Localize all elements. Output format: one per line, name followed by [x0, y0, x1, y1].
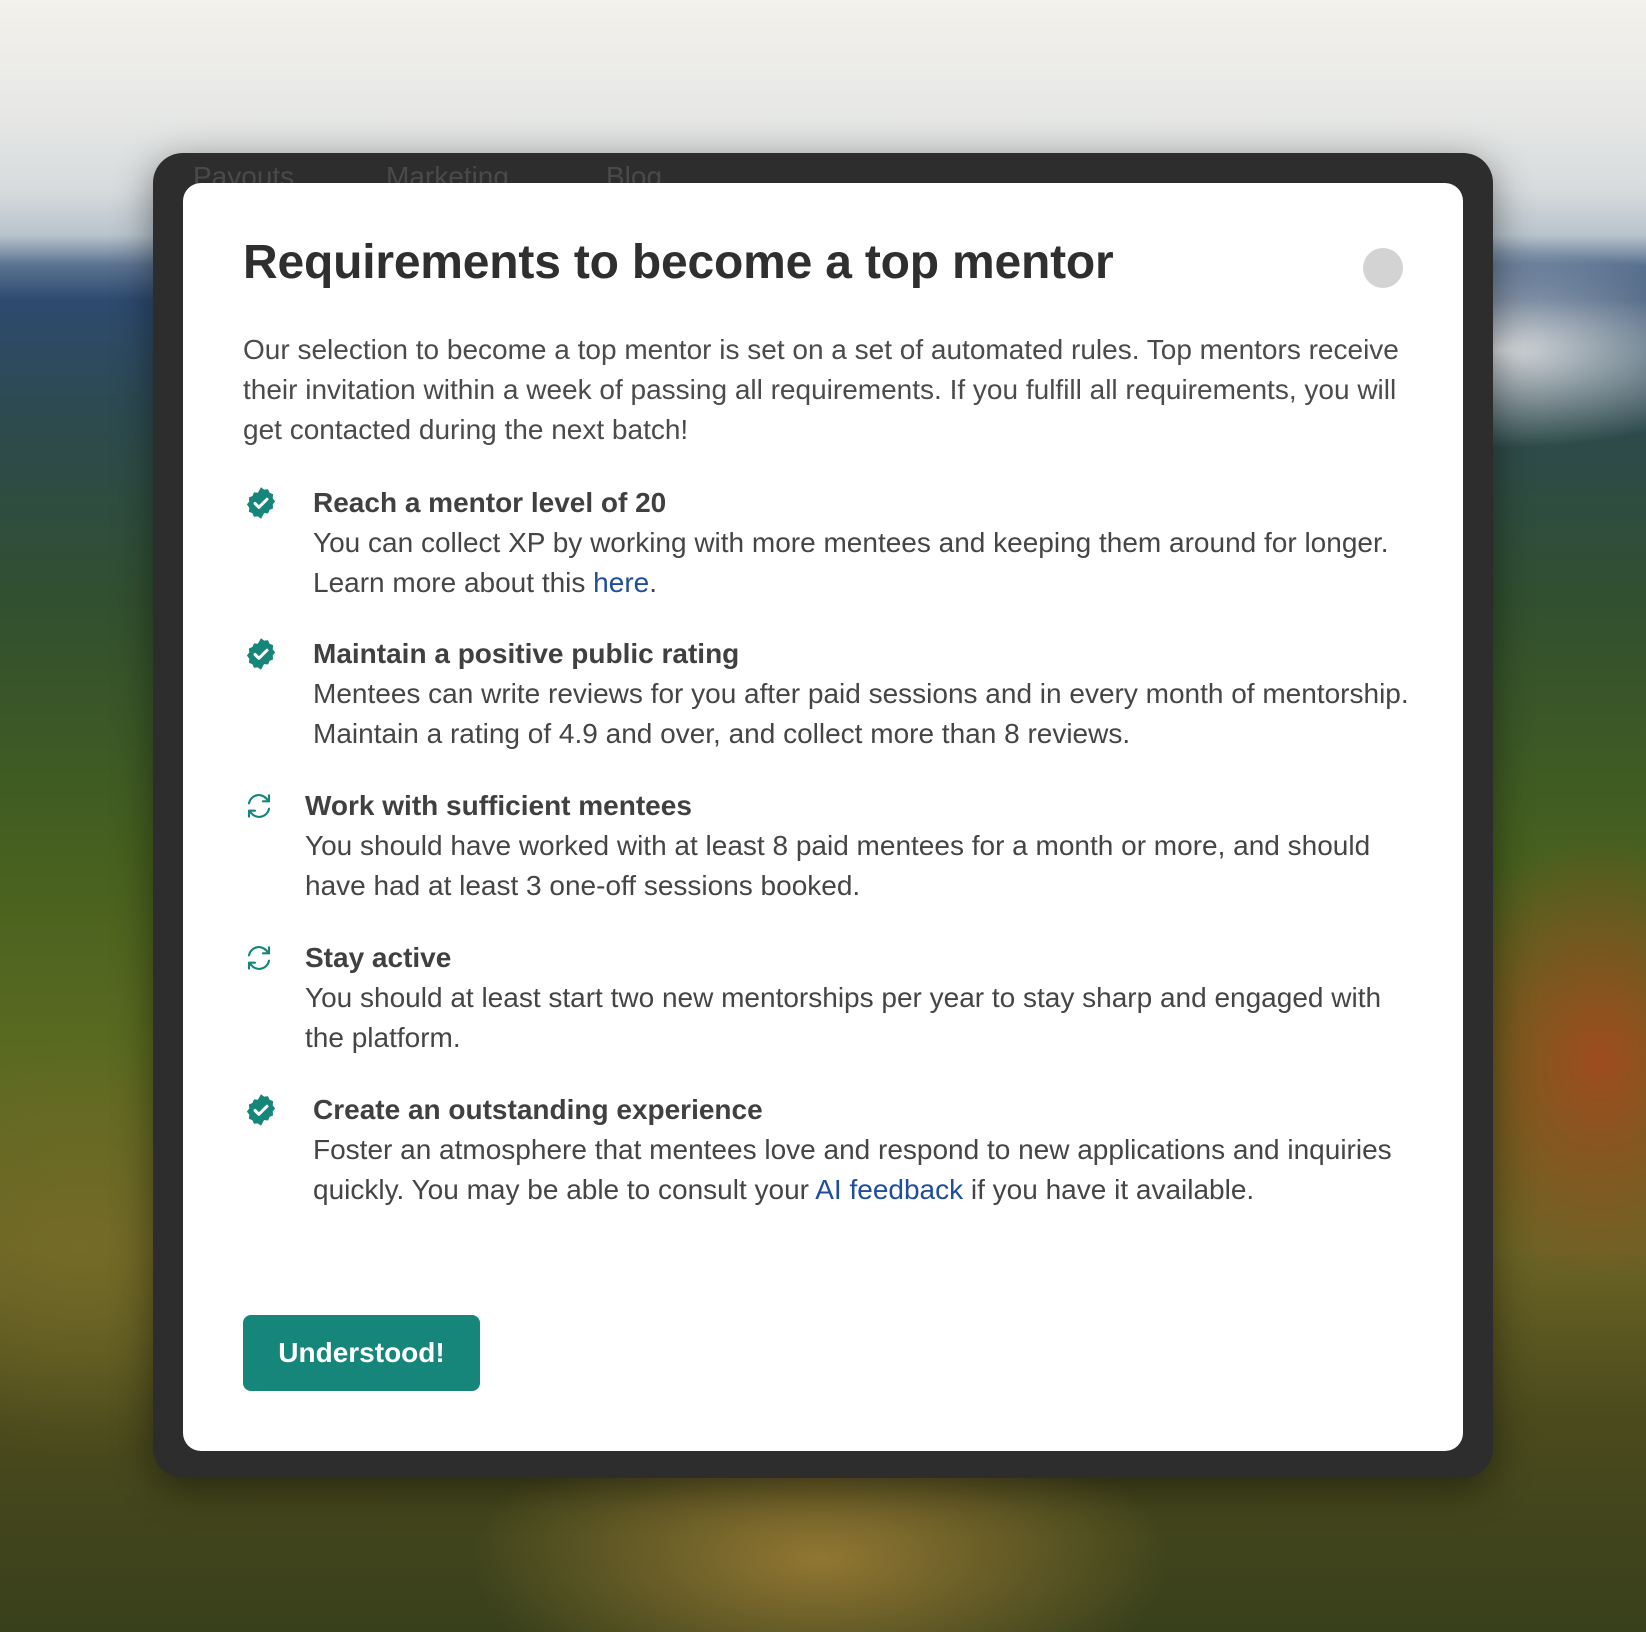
- top-mentor-requirements-modal: Requirements to become a top mentor Our …: [183, 183, 1463, 1451]
- ai-feedback-link[interactable]: AI feedback: [815, 1174, 963, 1205]
- requirement-description: Mentees can write reviews for you after …: [313, 678, 1409, 749]
- requirement-title: Work with sufficient mentees: [305, 790, 692, 821]
- check-badge-icon: [246, 638, 276, 670]
- requirement-description: You should have worked with at least 8 p…: [305, 830, 1371, 901]
- learn-more-link[interactable]: here: [593, 567, 649, 598]
- modal-intro: Our selection to become a top mentor is …: [243, 334, 1399, 445]
- requirement-description: Foster an atmosphere that mentees love a…: [313, 1134, 1392, 1205]
- requirement-item: Create an outstanding experience Foster …: [243, 1090, 1413, 1240]
- requirement-item: Work with sufficient mentees You should …: [243, 786, 1413, 901]
- modal-title: Requirements to become a top mentor: [243, 236, 1114, 289]
- understood-button[interactable]: Understood!: [243, 1315, 480, 1391]
- refresh-icon: [247, 794, 271, 818]
- close-button[interactable]: [1363, 248, 1403, 288]
- requirement-title: Reach a mentor level of 20: [313, 487, 667, 518]
- requirement-item: Stay active You should at least start tw…: [243, 938, 1413, 1053]
- check-badge-icon: [246, 1094, 276, 1126]
- requirement-title: Stay active: [305, 942, 452, 973]
- check-badge-icon: [246, 487, 276, 519]
- requirement-description: You can collect XP by working with more …: [313, 527, 1389, 598]
- requirement-title: Maintain a positive public rating: [313, 638, 740, 669]
- requirement-title: Create an outstanding experience: [313, 1094, 763, 1125]
- refresh-icon: [247, 946, 271, 970]
- requirement-description: You should at least start two new mentor…: [305, 982, 1382, 1053]
- requirement-item: Maintain a positive public rating Mentee…: [243, 634, 1413, 749]
- requirement-item: Reach a mentor level of 20 You can colle…: [243, 483, 1413, 598]
